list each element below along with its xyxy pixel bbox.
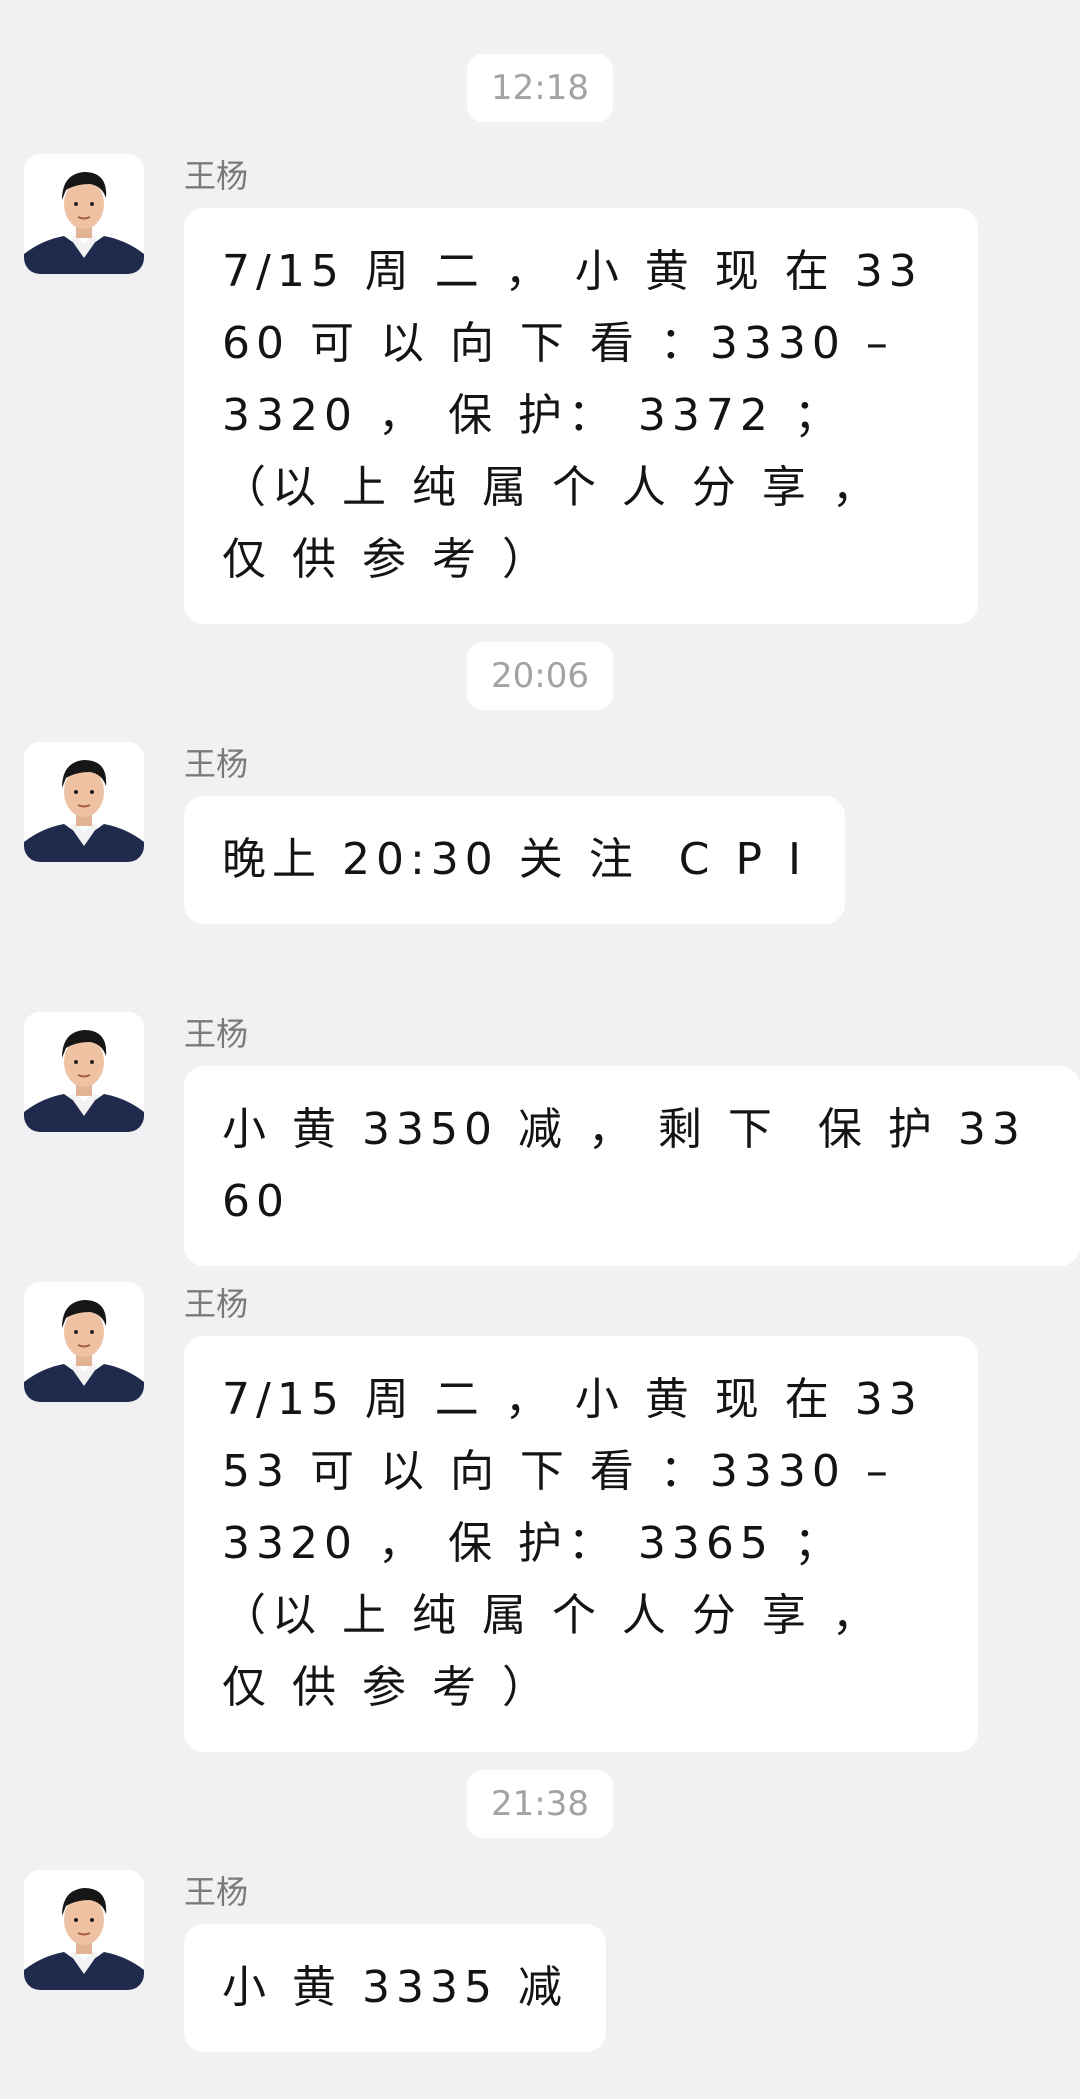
person-portrait-icon — [24, 1870, 144, 1990]
message-bubble[interactable]: 晚上 20:30 关 注 C P I — [184, 796, 845, 924]
avatar[interactable] — [24, 1012, 144, 1132]
sender-name: 王杨 — [184, 1873, 249, 1911]
avatar[interactable] — [24, 1870, 144, 1990]
avatar[interactable] — [24, 742, 144, 862]
sender-name: 王杨 — [184, 1285, 249, 1323]
timestamp-pill: 21:38 — [467, 1770, 613, 1838]
chat-history: 12:18 王杨 7/15 周 二 ， 小 黄 现 在 3360 可 以 向 下… — [0, 0, 1080, 2099]
avatar[interactable] — [24, 154, 144, 274]
message-bubble[interactable]: 7/15 周 二 ， 小 黄 现 在 3360 可 以 向 下 看 ：3330 … — [184, 208, 978, 624]
sender-name: 王杨 — [184, 1015, 249, 1053]
message-bubble[interactable]: 7/15 周 二 ， 小 黄 现 在 3353 可 以 向 下 看 ：3330 … — [184, 1336, 978, 1752]
sender-name: 王杨 — [184, 745, 249, 783]
timestamp-pill: 20:06 — [467, 642, 613, 710]
person-portrait-icon — [24, 1012, 144, 1132]
person-portrait-icon — [24, 154, 144, 274]
person-portrait-icon — [24, 742, 144, 862]
avatar[interactable] — [24, 1282, 144, 1402]
message-bubble[interactable]: 小 黄 3335 减 — [184, 1924, 606, 2052]
timestamp-pill: 12:18 — [467, 54, 613, 122]
message-bubble[interactable]: 小 黄 3350 减 ， 剩 下 保 护 3360 — [184, 1066, 1080, 1266]
person-portrait-icon — [24, 1282, 144, 1402]
sender-name: 王杨 — [184, 157, 249, 195]
